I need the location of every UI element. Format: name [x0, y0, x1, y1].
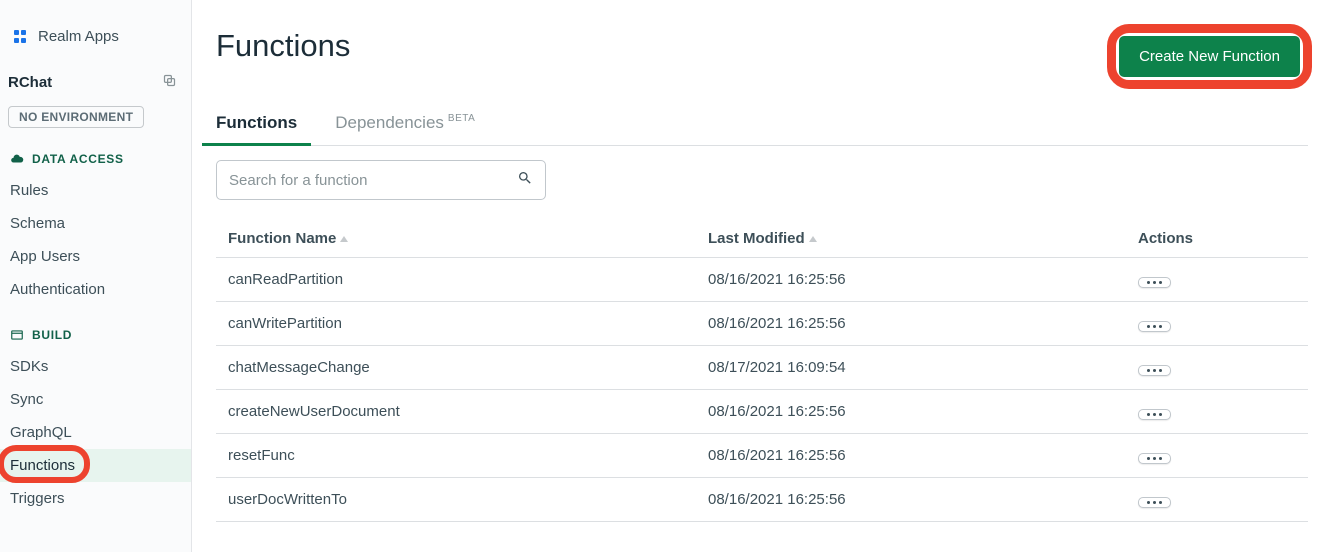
tabs: Functions Dependencies BETA	[216, 113, 1308, 146]
search-box[interactable]	[216, 160, 546, 200]
sidebar-item-functions[interactable]: Functions	[0, 449, 191, 482]
realm-apps-label: Realm Apps	[38, 28, 119, 45]
main-content: Functions Create New Function Functions …	[192, 0, 1322, 552]
search-input[interactable]	[229, 172, 517, 189]
ellipsis-icon	[1147, 457, 1162, 460]
column-modified[interactable]: Last Modified	[708, 230, 1138, 247]
fn-modified: 08/16/2021 16:25:56	[708, 403, 1138, 420]
sidebar-item-sdks[interactable]: SDKs	[0, 350, 191, 383]
more-actions-button[interactable]	[1138, 497, 1171, 508]
window-icon	[10, 328, 24, 342]
table-row[interactable]: userDocWrittenTo 08/16/2021 16:25:56	[216, 478, 1308, 522]
sidebar-item-authentication[interactable]: Authentication	[0, 273, 191, 306]
table-row[interactable]: resetFunc 08/16/2021 16:25:56	[216, 434, 1308, 478]
search-icon[interactable]	[517, 170, 533, 190]
tab-dependencies[interactable]: Dependencies BETA	[335, 113, 475, 145]
section-data-access: DATA ACCESS	[0, 144, 191, 174]
fn-modified: 08/16/2021 16:25:56	[708, 271, 1138, 288]
fn-name: canReadPartition	[228, 271, 708, 288]
beta-badge: BETA	[448, 113, 475, 124]
more-actions-button[interactable]	[1138, 277, 1171, 288]
fn-name: userDocWrittenTo	[228, 491, 708, 508]
table-row[interactable]: createNewUserDocument 08/16/2021 16:25:5…	[216, 390, 1308, 434]
more-actions-button[interactable]	[1138, 365, 1171, 376]
table-row[interactable]: canReadPartition 08/16/2021 16:25:56	[216, 258, 1308, 302]
table-row[interactable]: chatMessageChange 08/17/2021 16:09:54	[216, 346, 1308, 390]
sidebar-item-app-users[interactable]: App Users	[0, 240, 191, 273]
header-row: Functions Create New Function	[216, 28, 1308, 85]
more-actions-button[interactable]	[1138, 409, 1171, 420]
more-actions-button[interactable]	[1138, 321, 1171, 332]
section-label: DATA ACCESS	[32, 152, 124, 166]
page-title: Functions	[216, 28, 350, 64]
table-body: canReadPartition 08/16/2021 16:25:56 can…	[216, 258, 1308, 522]
fn-modified: 08/16/2021 16:25:56	[708, 447, 1138, 464]
fn-name: chatMessageChange	[228, 359, 708, 376]
table-header: Function Name Last Modified Actions	[216, 220, 1308, 258]
column-name[interactable]: Function Name	[228, 230, 708, 247]
apps-grid-icon	[14, 30, 28, 44]
ellipsis-icon	[1147, 413, 1162, 416]
section-label: BUILD	[32, 328, 72, 342]
tab-functions[interactable]: Functions	[216, 113, 297, 145]
app-name: RChat	[8, 74, 52, 91]
app-name-row[interactable]: RChat	[0, 53, 191, 100]
fn-modified: 08/16/2021 16:25:56	[708, 491, 1138, 508]
sidebar-realm-apps[interactable]: Realm Apps	[0, 20, 191, 53]
sort-icon	[809, 236, 817, 242]
more-actions-button[interactable]	[1138, 453, 1171, 464]
ellipsis-icon	[1147, 325, 1162, 328]
environment-badge[interactable]: NO ENVIRONMENT	[0, 100, 191, 144]
table-row[interactable]: canWritePartition 08/16/2021 16:25:56	[216, 302, 1308, 346]
fn-modified: 08/16/2021 16:25:56	[708, 315, 1138, 332]
sidebar-item-rules[interactable]: Rules	[0, 174, 191, 207]
column-actions: Actions	[1138, 230, 1296, 247]
tab-dependencies-label: Dependencies	[335, 113, 444, 132]
fn-modified: 08/17/2021 16:09:54	[708, 359, 1138, 376]
copy-icon[interactable]	[162, 73, 177, 92]
ellipsis-icon	[1147, 369, 1162, 372]
sidebar: Realm Apps RChat NO ENVIRONMENT DATA ACC…	[0, 0, 192, 552]
fn-name: canWritePartition	[228, 315, 708, 332]
section-build: BUILD	[0, 320, 191, 350]
ellipsis-icon	[1147, 281, 1162, 284]
sort-icon	[340, 236, 348, 242]
sidebar-item-schema[interactable]: Schema	[0, 207, 191, 240]
sidebar-item-graphql[interactable]: GraphQL	[0, 416, 191, 449]
fn-name: resetFunc	[228, 447, 708, 464]
create-new-function-button[interactable]: Create New Function	[1119, 36, 1300, 77]
cloud-icon	[10, 152, 24, 166]
fn-name: createNewUserDocument	[228, 403, 708, 420]
sidebar-item-triggers[interactable]: Triggers	[0, 482, 191, 515]
sidebar-item-sync[interactable]: Sync	[0, 383, 191, 416]
ellipsis-icon	[1147, 501, 1162, 504]
